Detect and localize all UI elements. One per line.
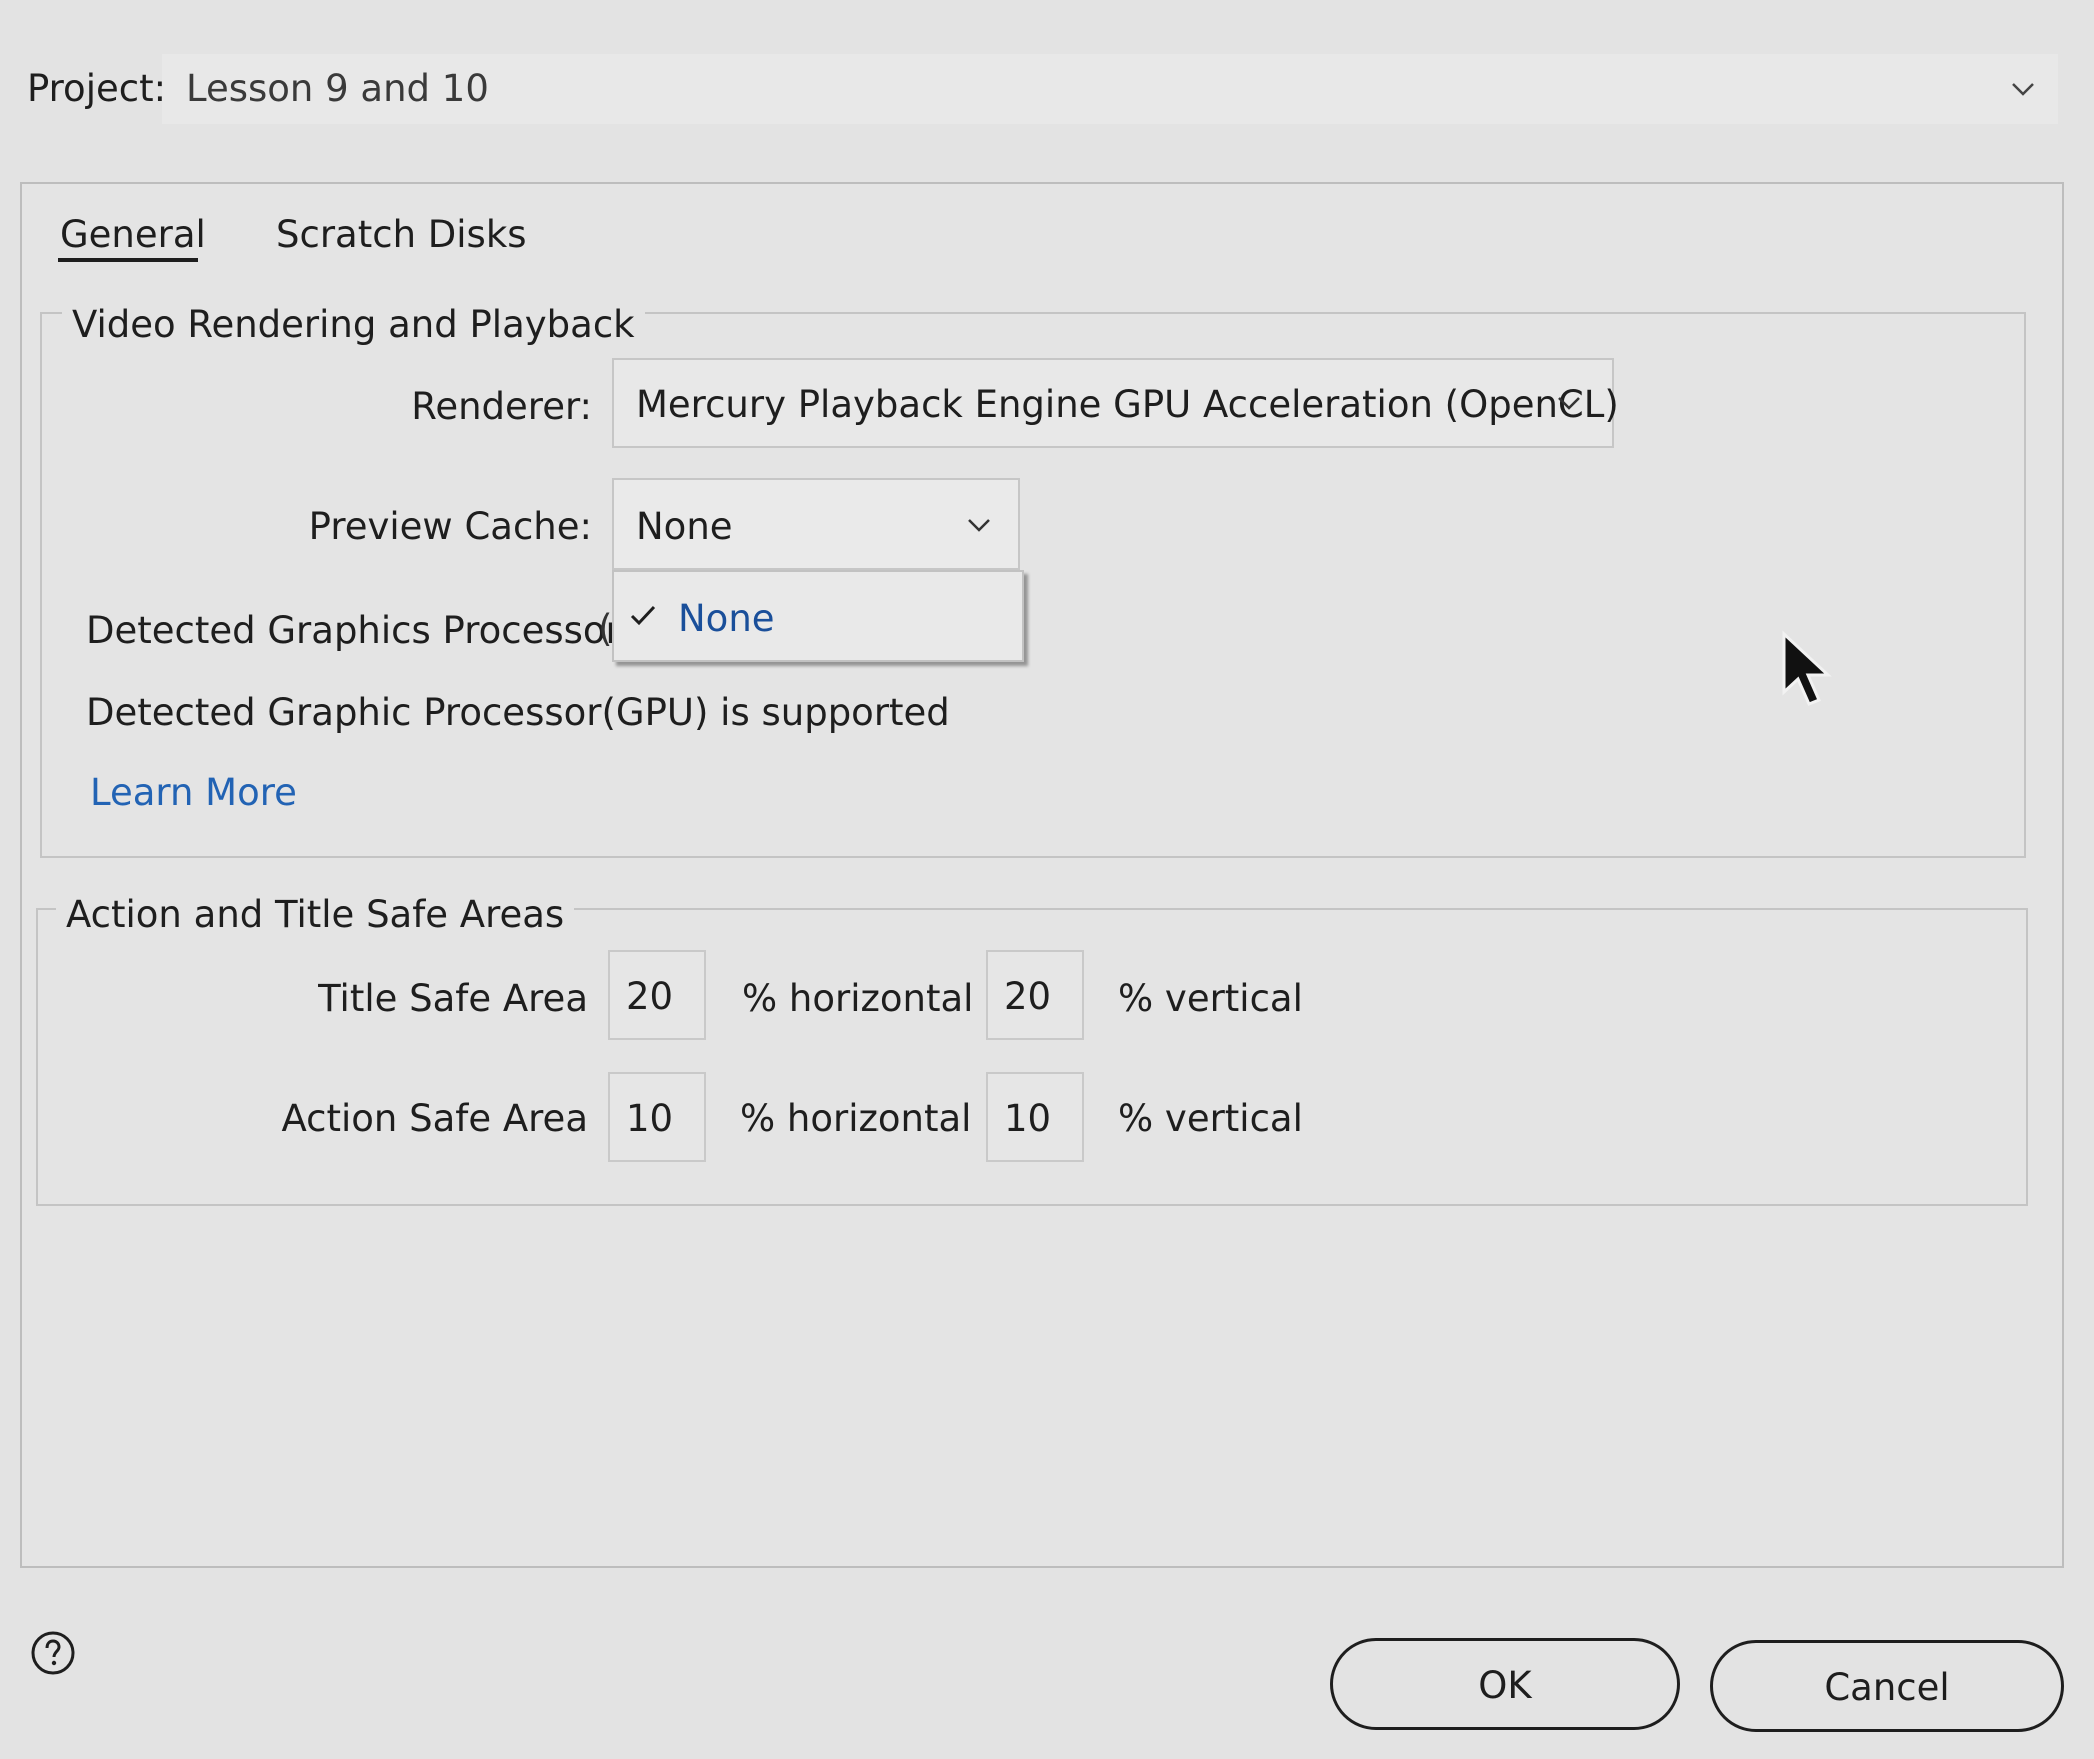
title-safe-label: Title Safe Area — [318, 977, 588, 1020]
chevron-down-icon — [968, 519, 990, 532]
title-safe-vertical-suffix: % vertical — [1118, 977, 1303, 1020]
preview-cache-dropdown-menu: None — [612, 570, 1024, 662]
safe-areas-title: Action and Title Safe Areas — [56, 896, 575, 933]
tab-general[interactable]: General — [60, 216, 206, 253]
renderer-label: Renderer: — [411, 385, 592, 428]
action-safe-label: Action Safe Area — [281, 1097, 589, 1140]
action-safe-vertical-input[interactable]: 10 — [986, 1072, 1084, 1162]
project-value: Lesson 9 and 10 — [186, 67, 489, 110]
mouse-pointer-icon — [1782, 630, 1832, 706]
action-safe-horizontal-suffix: % horizontal — [740, 1097, 972, 1140]
project-select[interactable]: Lesson 9 and 10 — [162, 54, 2058, 124]
preview-cache-select[interactable]: None — [612, 478, 1020, 570]
action-safe-vertical-suffix: % vertical — [1118, 1097, 1303, 1140]
chevron-down-icon[interactable] — [2006, 72, 2040, 106]
checkmark-icon — [630, 605, 656, 626]
gpu-label: Detected Graphics Processor: — [86, 609, 633, 652]
chevron-down-icon — [1558, 397, 1580, 410]
title-safe-horizontal-suffix: % horizontal — [742, 977, 974, 1020]
preview-cache-value: None — [636, 505, 733, 548]
renderer-select[interactable]: Mercury Playback Engine GPU Acceleration… — [612, 358, 1619, 448]
action-safe-horizontal-value: 10 — [626, 1097, 674, 1140]
active-tab-indicator — [58, 258, 198, 262]
video-rendering-title: Video Rendering and Playback — [62, 306, 645, 343]
renderer-value: Mercury Playback Engine GPU Acceleration… — [636, 383, 1619, 426]
action-safe-horizontal-input[interactable]: 10 — [608, 1072, 706, 1162]
cancel-button-label: Cancel — [1824, 1666, 1950, 1709]
ok-button-label: OK — [1478, 1664, 1532, 1707]
dropdown-option-none[interactable]: None — [678, 600, 775, 637]
preview-cache-label: Preview Cache: — [308, 505, 592, 548]
title-safe-vertical-value: 20 — [1004, 975, 1052, 1018]
action-safe-vertical-value: 10 — [1004, 1097, 1052, 1140]
question-circle-icon[interactable] — [30, 1630, 76, 1676]
project-label: Project: — [27, 67, 167, 110]
cancel-button[interactable]: Cancel — [1710, 1640, 2064, 1732]
ok-button[interactable]: OK — [1330, 1638, 1680, 1730]
gpu-value: ( — [598, 607, 613, 650]
learn-more-link[interactable]: Learn More — [90, 774, 297, 811]
title-safe-vertical-input[interactable]: 20 — [986, 950, 1084, 1040]
title-safe-horizontal-input[interactable]: 20 — [608, 950, 706, 1040]
gpu-supported-text: Detected Graphic Processor(GPU) is suppo… — [86, 691, 950, 734]
tab-scratch-disks[interactable]: Scratch Disks — [276, 216, 527, 253]
title-safe-horizontal-value: 20 — [626, 975, 674, 1018]
